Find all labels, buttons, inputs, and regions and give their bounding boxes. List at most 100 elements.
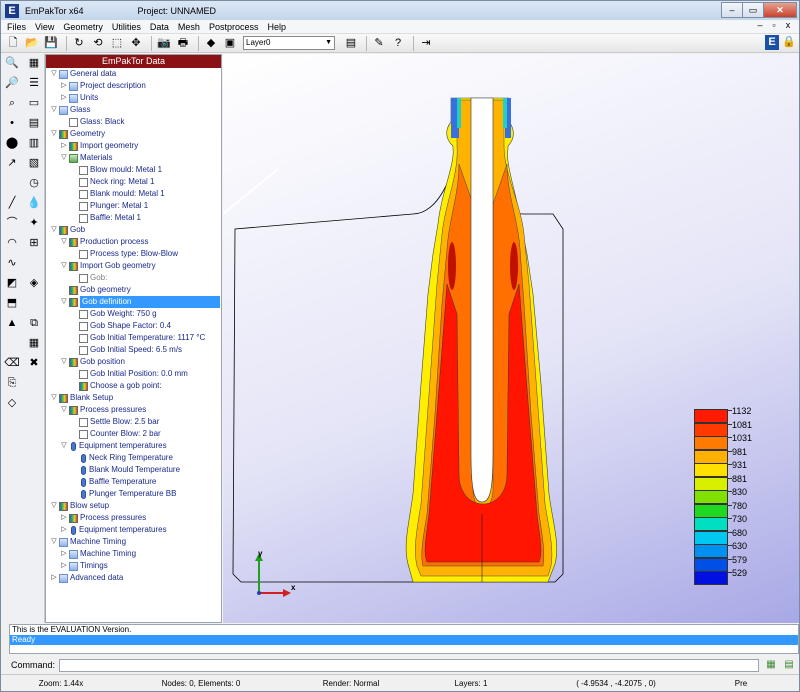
expanded-arrow-icon[interactable]: ▽ <box>50 128 58 140</box>
drop-icon[interactable]: 💧 <box>25 194 43 212</box>
maximize-button[interactable]: ▭ <box>742 2 764 18</box>
paste-icon[interactable]: ⎘ <box>3 374 21 392</box>
tree-item[interactable]: ▷ Equipment temperatures <box>46 524 221 536</box>
tree-item[interactable]: Gob Weight: 750 g <box>46 308 221 320</box>
tree-item[interactable]: Gob geometry <box>46 284 221 296</box>
tree-item[interactable]: Process type: Blow-Blow <box>46 248 221 260</box>
line-icon[interactable]: ╱ <box>3 194 21 212</box>
window-icon[interactable]: ⧉ <box>25 314 43 332</box>
tree-item[interactable]: ▽ General data <box>46 68 221 80</box>
tree-item[interactable]: ▽ Equipment temperatures <box>46 440 221 452</box>
expanded-arrow-icon[interactable]: ▽ <box>50 224 58 236</box>
collapsed-arrow-icon[interactable]: ▷ <box>60 560 68 572</box>
menu-data[interactable]: Data <box>150 22 169 32</box>
tree-item[interactable]: ▷ Project description <box>46 80 221 92</box>
polyline-icon[interactable]: ⌒ <box>3 214 21 232</box>
tree-item[interactable]: ▽ Process pressures <box>46 404 221 416</box>
tree-item[interactable]: ▽ Production process <box>46 236 221 248</box>
menu-postprocess[interactable]: Postprocess <box>209 22 259 32</box>
menu-help[interactable]: Help <box>267 22 286 32</box>
tree-item[interactable]: Plunger: Metal 1 <box>46 200 221 212</box>
tree-item[interactable]: Settle Blow: 2.5 bar <box>46 416 221 428</box>
graphics-viewport[interactable]: 1132 1081 1031 981 931 881 830 780 730 680 630 579 5… <box>223 54 799 623</box>
curve-icon[interactable]: ∿ <box>3 254 21 272</box>
grid-icon[interactable]: ▦ <box>25 334 43 352</box>
gradient-icon[interactable]: ▧ <box>25 154 43 172</box>
tree-item[interactable]: ▽ Import Gob geometry <box>46 260 221 272</box>
menu-geometry[interactable]: Geometry <box>63 22 103 32</box>
tree-item[interactable]: ▽ Glass <box>46 104 221 116</box>
pan-icon[interactable]: ✥ <box>128 35 144 51</box>
lock-icon[interactable]: 🔒 <box>782 35 796 50</box>
list-icon[interactable]: ☰ <box>25 74 43 92</box>
magic-icon[interactable]: ✦ <box>25 214 43 232</box>
menu-files[interactable]: Files <box>7 22 26 32</box>
help-icon[interactable]: ? <box>390 35 406 51</box>
volume-icon[interactable]: ⬒ <box>3 294 21 312</box>
properties-icon[interactable]: ▥ <box>25 134 43 152</box>
tree-item[interactable]: Plunger Temperature BB <box>46 488 221 500</box>
close-button[interactable]: ✕ <box>763 2 797 18</box>
collapsed-arrow-icon[interactable]: ▷ <box>60 140 68 152</box>
tree-item[interactable]: Baffle Temperature <box>46 476 221 488</box>
mdi-close-button[interactable]: x <box>781 20 795 30</box>
expanded-arrow-icon[interactable]: ▽ <box>50 500 58 512</box>
expanded-arrow-icon[interactable]: ▽ <box>50 68 58 80</box>
tree-item[interactable]: Glass: Black <box>46 116 221 128</box>
run-command-icon[interactable]: ▦ <box>765 659 777 671</box>
menu-view[interactable]: View <box>35 22 54 32</box>
eraser-icon[interactable]: ⌫ <box>3 354 21 372</box>
material-icon[interactable]: ⬤ <box>3 134 21 152</box>
tree-item[interactable]: Gob Initial Speed: 6.5 m/s <box>46 344 221 356</box>
mesh-icon[interactable]: ⊞ <box>25 234 43 252</box>
tree-item[interactable]: ▷ Import geometry <box>46 140 221 152</box>
folder-icon[interactable]: ▭ <box>25 94 43 112</box>
tree-item[interactable]: ▽ Blank Setup <box>46 392 221 404</box>
tree-item[interactable]: Gob Initial Position: 0.0 mm <box>46 368 221 380</box>
tree-item[interactable]: Counter Blow: 2 bar <box>46 428 221 440</box>
open-folder-icon[interactable]: 📂 <box>24 35 40 51</box>
tree-item[interactable]: ▽ Gob position <box>46 356 221 368</box>
expanded-arrow-icon[interactable]: ▽ <box>50 392 58 404</box>
print-icon[interactable]: 🖶 <box>175 35 191 51</box>
collapsed-arrow-icon[interactable]: ▷ <box>60 512 68 524</box>
tree-item[interactable]: ▷ Process pressures <box>46 512 221 524</box>
tree-item[interactable]: Gob: <box>46 272 221 284</box>
tree-item[interactable]: ▽ Geometry <box>46 128 221 140</box>
tree-item[interactable]: ▷ Machine Timing <box>46 548 221 560</box>
zoom-window-icon[interactable]: ⬚ <box>109 35 125 51</box>
expanded-arrow-icon[interactable]: ▽ <box>50 104 58 116</box>
tree-item[interactable]: ▽ Machine Timing <box>46 536 221 548</box>
minimize-button[interactable]: – <box>721 2 743 18</box>
console-icon[interactable]: ▤ <box>783 659 795 671</box>
expanded-arrow-icon[interactable]: ▽ <box>60 356 68 368</box>
tree-item[interactable]: ▽ Blow setup <box>46 500 221 512</box>
tree-icon[interactable]: ▦ <box>25 54 43 72</box>
new-file-icon[interactable]: 🗋 <box>5 35 21 51</box>
tree-item[interactable]: ▷ Timings <box>46 560 221 572</box>
mdi-restore-button[interactable]: ▫ <box>767 20 781 30</box>
expanded-arrow-icon[interactable]: ▽ <box>60 260 68 272</box>
exit-icon[interactable]: ⇥ <box>418 35 434 51</box>
tree-item[interactable]: ▷ Units <box>46 92 221 104</box>
tree-item[interactable]: ▽ Gob <box>46 224 221 236</box>
point-icon[interactable]: • <box>3 114 21 132</box>
surface-icon[interactable]: ◩ <box>3 274 21 292</box>
expanded-arrow-icon[interactable]: ▽ <box>50 536 58 548</box>
shape-icon[interactable]: ◈ <box>25 274 43 292</box>
zoom-frame-icon[interactable]: ⌕ <box>3 94 21 112</box>
snapshot-icon[interactable]: 📷 <box>156 35 172 51</box>
expanded-arrow-icon[interactable]: ▽ <box>60 152 68 164</box>
collapsed-arrow-icon[interactable]: ▷ <box>60 548 68 560</box>
rotate-icon[interactable]: ↻ <box>71 35 87 51</box>
arrow-icon[interactable]: ↗ <box>3 154 21 172</box>
collapsed-arrow-icon[interactable]: ▷ <box>60 524 68 536</box>
tree-item[interactable]: ▽ Materials <box>46 152 221 164</box>
tree-item[interactable]: Baffle: Metal 1 <box>46 212 221 224</box>
menu-mesh[interactable]: Mesh <box>178 22 200 32</box>
diamond-icon[interactable]: ◇ <box>3 394 21 412</box>
tree-item[interactable]: ▽ Gob definition <box>46 296 221 308</box>
preferences-icon[interactable]: ✎ <box>371 35 387 51</box>
tree-item[interactable]: Neck ring: Metal 1 <box>46 176 221 188</box>
zoom-in-icon[interactable]: 🔍 <box>3 54 21 72</box>
